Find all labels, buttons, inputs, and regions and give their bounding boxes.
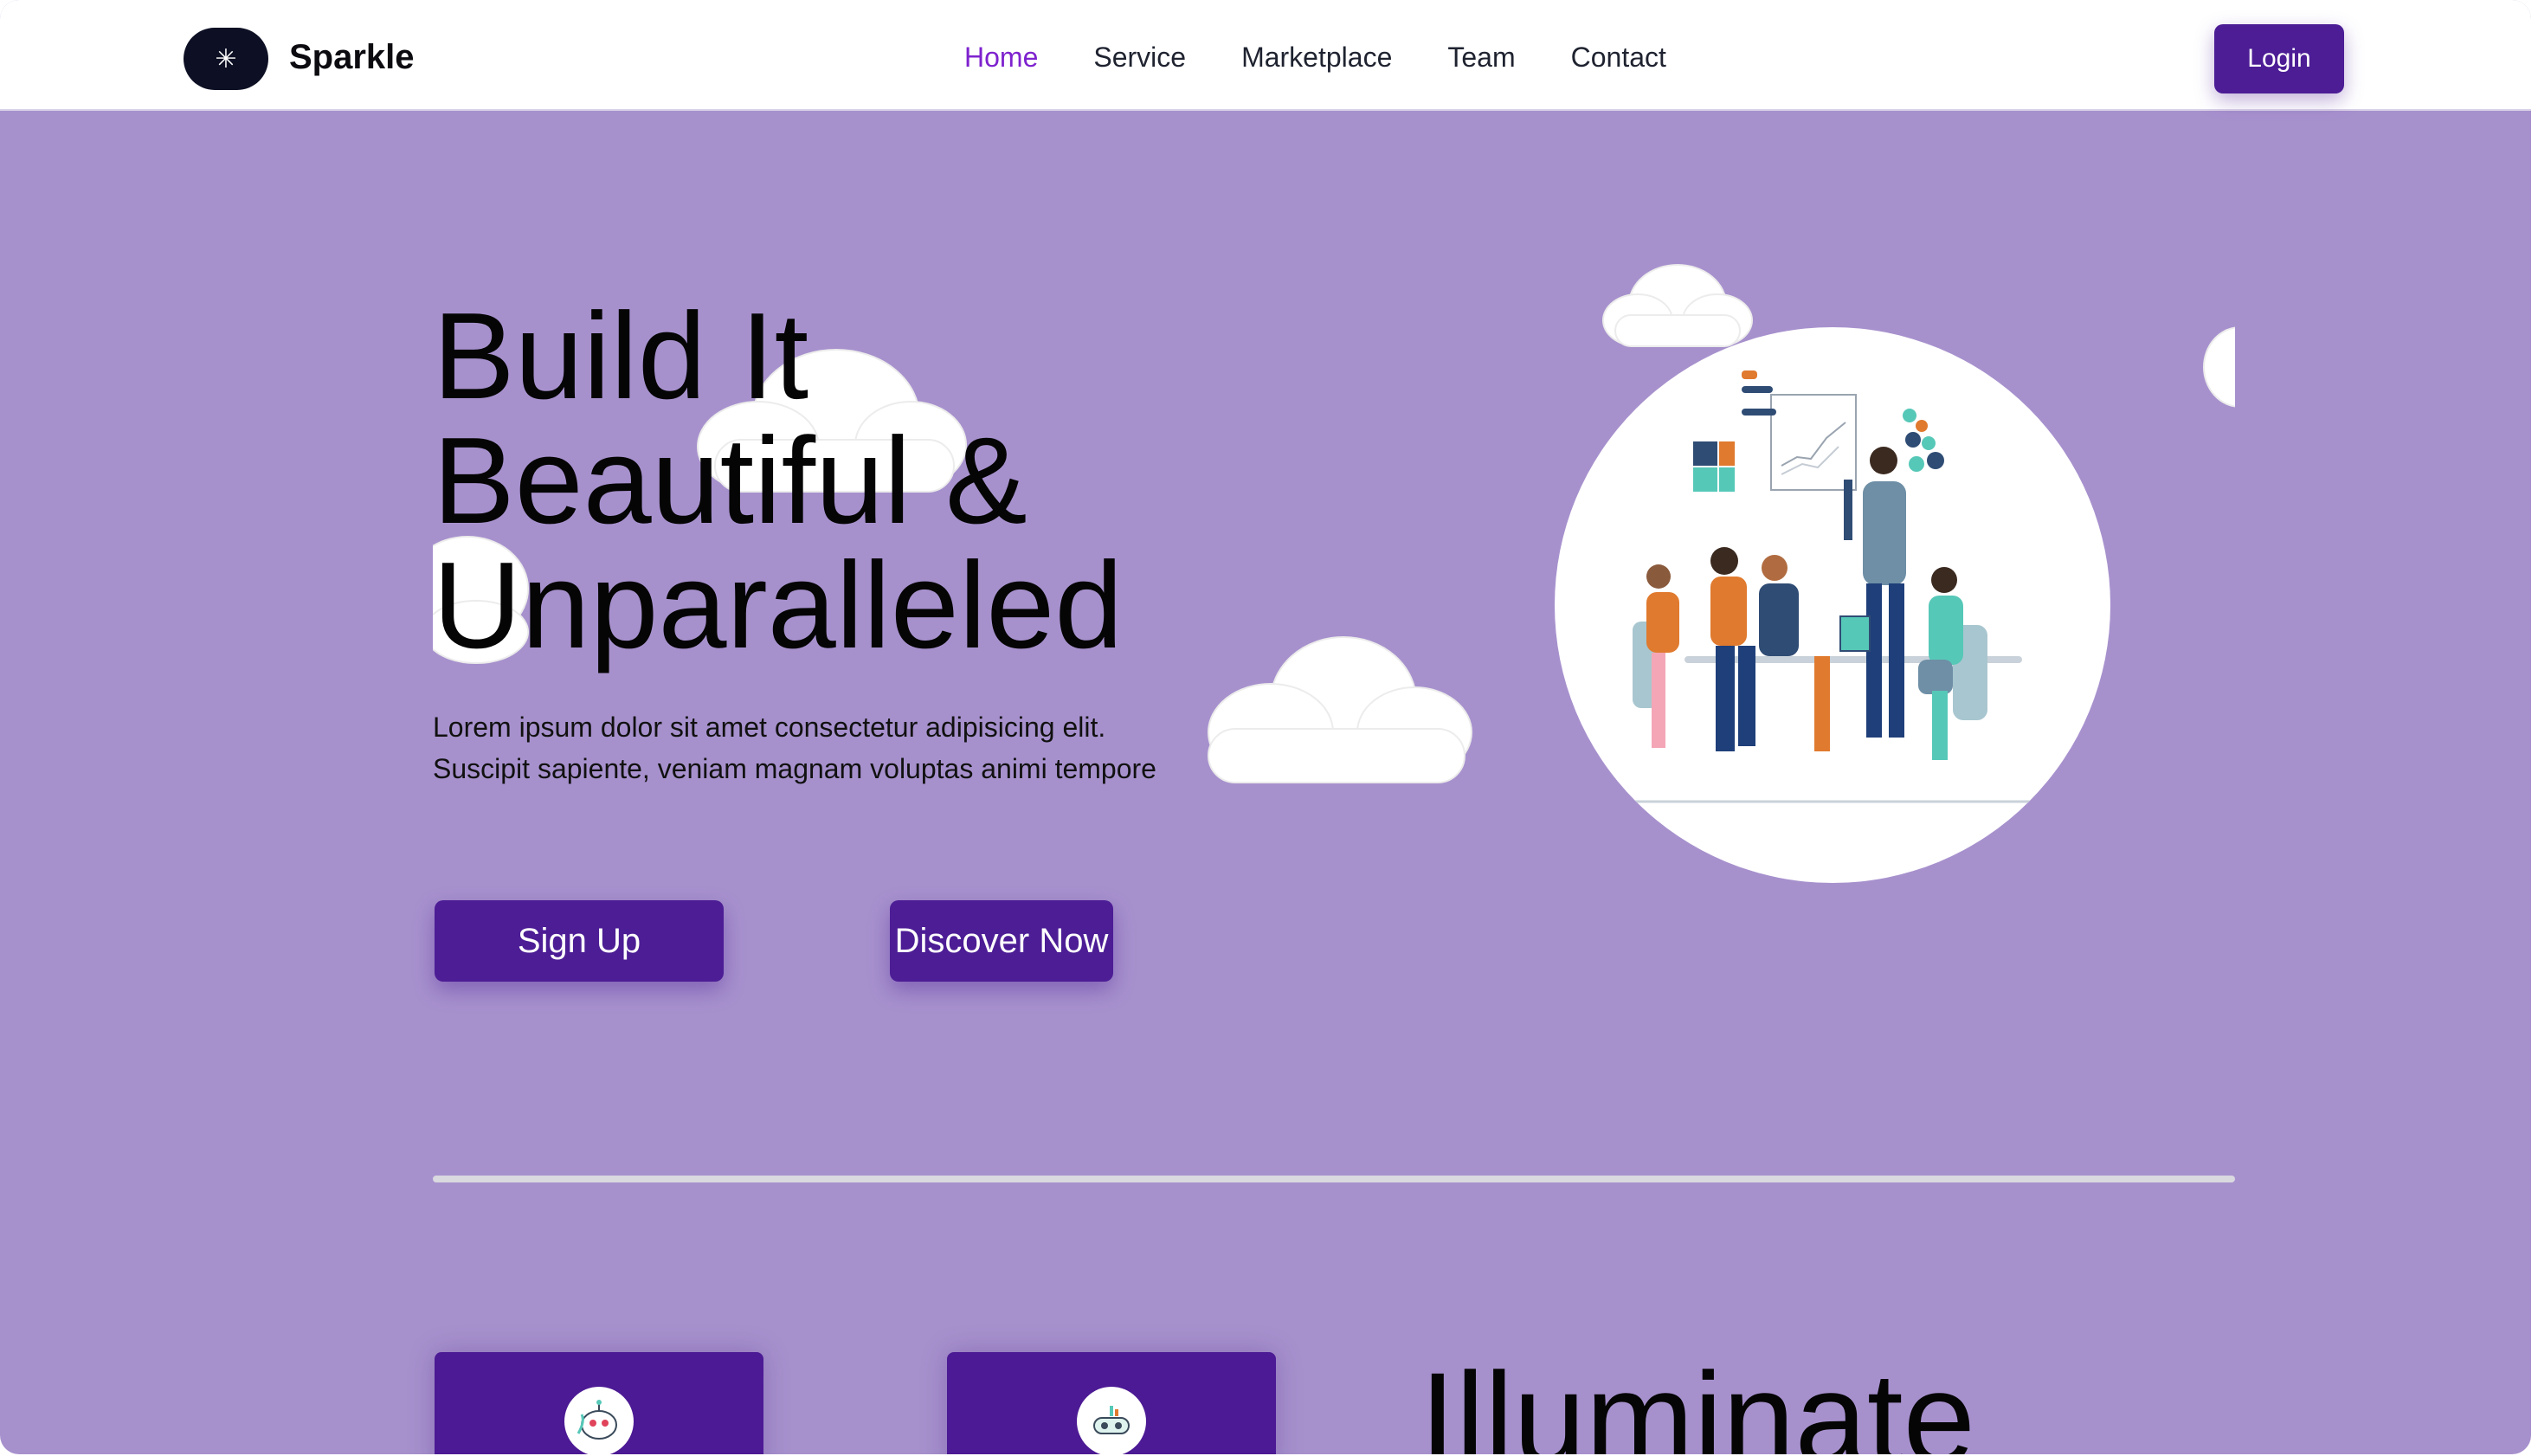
- page-frame: ✳ Sparkle Home Service Marketplace Team …: [0, 0, 2531, 1454]
- cloud-decoration: [1208, 636, 1472, 783]
- team-meeting-illustration-art: [1607, 370, 2039, 803]
- feature-card[interactable]: [435, 1352, 763, 1454]
- sign-up-button[interactable]: Sign Up: [435, 900, 724, 982]
- brand-name[interactable]: Sparkle: [289, 38, 415, 77]
- hero-title-line: Build It: [433, 287, 809, 425]
- team-meeting-illustration: [1555, 327, 2110, 883]
- hero-title-line: Unparalleled: [433, 537, 1124, 674]
- section-heading: Illuminate: [1420, 1345, 1975, 1454]
- hero-description: Lorem ipsum dolor sit amet consectetur a…: [433, 712, 1156, 784]
- cloud-decoration: [1602, 264, 1753, 347]
- discover-now-button[interactable]: Discover Now: [890, 900, 1113, 982]
- nav-link-marketplace[interactable]: Marketplace: [1241, 42, 1392, 74]
- gamepad-icon: [1077, 1387, 1146, 1454]
- hero-title-line: Beautiful &: [433, 412, 1027, 550]
- top-navbar: ✳ Sparkle Home Service Marketplace Team …: [0, 0, 2531, 111]
- section-divider: [433, 1176, 2235, 1182]
- sparkle-icon: ✳: [215, 43, 237, 74]
- sparkle-logo[interactable]: ✳: [184, 28, 268, 90]
- hero-title: Build It Beautiful & Unparalleled: [433, 294, 1212, 668]
- nav-link-contact[interactable]: Contact: [1571, 42, 1666, 74]
- robot-icon: [564, 1387, 634, 1454]
- feature-card[interactable]: [947, 1352, 1276, 1454]
- nav-links: Home Service Marketplace Team Contact: [964, 42, 1666, 74]
- nav-link-team[interactable]: Team: [1447, 42, 1515, 74]
- nav-link-home[interactable]: Home: [964, 42, 1038, 74]
- cloud-decoration: [2203, 326, 2235, 408]
- login-button[interactable]: Login: [2214, 24, 2344, 93]
- nav-link-service[interactable]: Service: [1093, 42, 1186, 74]
